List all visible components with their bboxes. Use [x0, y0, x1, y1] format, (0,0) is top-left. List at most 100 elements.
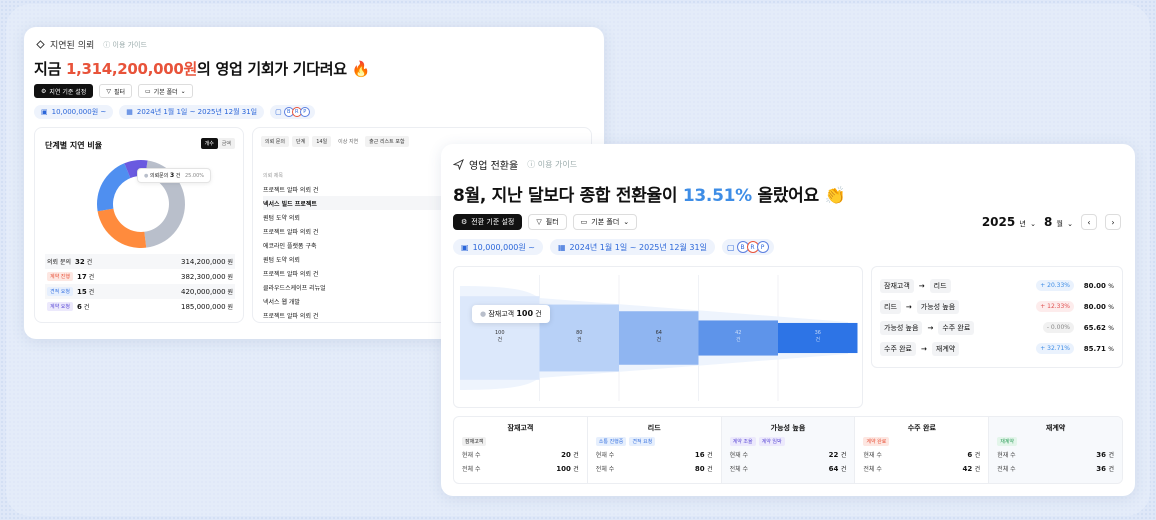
headline-prefix: 지금 [34, 60, 66, 78]
headline-amount: 1,314,200,000원 [65, 60, 198, 78]
month-unit: 월 [1056, 220, 1063, 228]
headline-suffix: 의 영업 기회가 기다려요 [197, 60, 347, 78]
stage-title: 수주 완료 [907, 424, 936, 432]
month-select[interactable]: 8 월 ⌄ [1044, 215, 1073, 229]
guide-link[interactable]: ⓘ 이용 가이드 [527, 159, 577, 170]
assignee-chip[interactable]: ▢ B R P [270, 105, 315, 119]
stage-current: 현재 수 20 건 [462, 447, 579, 461]
conversion-row[interactable]: 잠재고객 → 리드 + 20.33% 80.00 % [880, 275, 1114, 296]
stage-row[interactable]: 견적 요청 15 건 420,000,000 원 [45, 284, 235, 299]
conversion-from: 수주 완료 [880, 341, 916, 356]
conversion-section-title: 영업 전환율 [469, 161, 519, 172]
stage-name: 견적 요청 [47, 287, 73, 296]
donut-slice[interactable] [97, 163, 131, 212]
stage-tag: 소통 진행중 [595, 436, 627, 446]
conversion-rate-unit: % [1108, 324, 1114, 332]
stage-amount-value: 420,000,000 [181, 288, 226, 296]
flow-bar-value: 42 [735, 330, 742, 336]
conversion-rate-list: 잠재고객 → 리드 + 20.33% 80.00 % 리드 → 가능성 높음 + 12.33% 8… [871, 266, 1123, 368]
stage-row[interactable]: 계약 요청 6 건 185,000,000 원 [45, 299, 235, 314]
stage-current-number: 20 [561, 450, 571, 459]
stage-count: 32 건 [75, 257, 135, 266]
conversion-row[interactable]: 가능성 높음 → 수주 완료 - 0.00% 65.62 % [880, 317, 1114, 338]
folder-label: 기본 폴더 [591, 218, 620, 226]
stage-column[interactable]: 재계약 재계약 현재 수 36 건 전체 수 36 건 [989, 417, 1122, 483]
toggle-count[interactable]: 개수 [200, 138, 218, 149]
stage-column[interactable]: 잠재고객 잠재고객 현재 수 20 건 전체 수 100 건 [454, 417, 588, 483]
flow-bar-label: 36 건 [808, 330, 828, 344]
stage-amount: 382,300,000 원 [181, 272, 233, 281]
chevron-left-icon: ‹ [1087, 217, 1091, 227]
delay-settings-label: 지연 기준 설정 [49, 88, 87, 96]
date-filter-chip[interactable]: ▦ 2024년 1월 1일 ~ 2025년 12월 31일 [549, 239, 715, 255]
list-filter[interactable]: 단계 [292, 136, 310, 147]
toggle-amount[interactable]: 금액 [217, 138, 235, 149]
stage-current-value: 36 건 [1096, 450, 1114, 459]
delay-settings-button[interactable]: ⚙ 지연 기준 설정 [34, 84, 94, 98]
delayed-section-title: 지연된 의뢰 [50, 41, 95, 51]
folder-dropdown[interactable]: ▭ 기본 폴더 ⌄ [138, 84, 193, 98]
chevron-down-icon: ⌄ [180, 87, 186, 95]
stage-tags: 소통 진행중 견적 요청 [595, 435, 713, 447]
tooltip-unit: 건 [175, 173, 181, 179]
stage-column[interactable]: 수주 완료 계약 완료 현재 수6 건 전체 수 42 건 [855, 417, 990, 483]
conversion-row[interactable]: 리드 → 가능성 높음 + 12.33% 80.00 % [880, 296, 1114, 317]
prev-month-button[interactable]: ‹ [1081, 214, 1097, 230]
stage-current-number: 16 [694, 450, 705, 459]
stage-summary: 잠재고객 잠재고객 현재 수 20 건 전체 수 100 건 리드 소통 진행중 견적 요청 현재… [453, 416, 1123, 484]
stage-current-label: 현재 수 [595, 451, 615, 459]
stage-count-unit: 건 [86, 259, 93, 266]
guide-label: 이용 가이드 [112, 40, 147, 49]
flow-tooltip-label: 잠재고객 [488, 310, 515, 318]
stage-tags: 계약 완료 [863, 435, 980, 447]
conversion-row[interactable]: 수주 완료 → 재계약 + 32.71% 85.71 % [880, 338, 1114, 359]
stage-count-value: 32 [75, 258, 85, 266]
calendar-icon: ▦ [557, 242, 566, 252]
stage-tags: 잠재고객 [462, 435, 579, 447]
folder-icon: ▭ [145, 87, 151, 95]
delayed-section-header: 지연된 의뢰 ⓘ 이용 가이드 [36, 38, 147, 51]
count-amount-toggle[interactable]: 개수 금액 [200, 138, 235, 149]
list-filter[interactable]: 의뢰 문의 [261, 136, 289, 147]
stage-row[interactable]: 계약 진행 17 건 382,300,000 원 [45, 269, 235, 284]
flow-bar-label: 64 건 [649, 330, 669, 344]
stage-row[interactable]: 의뢰 문의 32 건 314,200,000 원 [45, 254, 235, 269]
stage-amount-unit: 원 [227, 274, 233, 281]
stage-column[interactable]: 리드 소통 진행중 견적 요청 현재 수 16 건 전체 수 80 건 [588, 417, 722, 483]
stage-current-label: 현재 수 [462, 451, 481, 459]
stage-column[interactable]: 가능성 높음 계약 조율 계약 임박 현재 수 22 건 전체 수 64 건 [721, 417, 856, 483]
list-filter[interactable]: 14일 [312, 136, 332, 147]
amount-filter-chip[interactable]: ▣ 10,000,000원 ~ [34, 105, 114, 119]
flow-bar-label: 42 건 [728, 330, 748, 344]
amount-filter-chip[interactable]: ▣ 10,000,000원 ~ [453, 239, 543, 255]
assignee-chip[interactable]: ▢ B R P [721, 239, 774, 255]
year-select[interactable]: 2025 년 ⌄ [982, 215, 1036, 229]
stage-total-number: 42 [962, 464, 973, 473]
conversion-settings-button[interactable]: ⚙ 전환 기준 설정 [453, 214, 523, 230]
donut-tooltip: ● 의뢰문의 3 건 25.00% [137, 168, 212, 183]
flow-tooltip-unit: 건 [535, 310, 542, 318]
folder-dropdown[interactable]: ▭ 기본 폴더 ⌄ [572, 214, 638, 230]
folder-icon: ▭ [580, 218, 588, 226]
conversion-rate-value: 80.00 [1083, 281, 1106, 290]
next-month-button[interactable]: › [1105, 214, 1121, 230]
stage-total-unit: 건 [840, 465, 847, 473]
list-filter[interactable]: 이상 지연 [334, 136, 362, 147]
stage-current: 현재 수 16 건 [596, 447, 713, 461]
conversion-to: 가능성 높음 [916, 299, 960, 314]
stage-current-unit: 건 [573, 451, 579, 459]
stage-current: 현재 수 36 건 [997, 447, 1114, 461]
conversion-to: 재계약 [931, 341, 960, 356]
date-filter-chip[interactable]: ▦ 2024년 1월 1일 ~ 2025년 12월 31일 [119, 105, 265, 119]
donut-slice[interactable] [97, 208, 147, 248]
conversion-rate-unit: % [1108, 345, 1114, 353]
stage-total-unit: 건 [1108, 465, 1114, 473]
list-filter[interactable]: 출근 리스트 포함 [365, 136, 409, 147]
conversion-settings-label: 전환 기준 설정 [471, 218, 515, 226]
chevron-right-icon: › [1111, 217, 1115, 227]
list-item-name: 넥서스 빌드 프로젝트 [263, 200, 317, 208]
conversion-rate-value: 80.00 [1083, 302, 1106, 311]
filter-button[interactable]: ▽ 필터 [99, 84, 132, 98]
filter-button[interactable]: ▽ 필터 [528, 214, 567, 230]
guide-link[interactable]: ⓘ 이용 가이드 [103, 40, 147, 50]
